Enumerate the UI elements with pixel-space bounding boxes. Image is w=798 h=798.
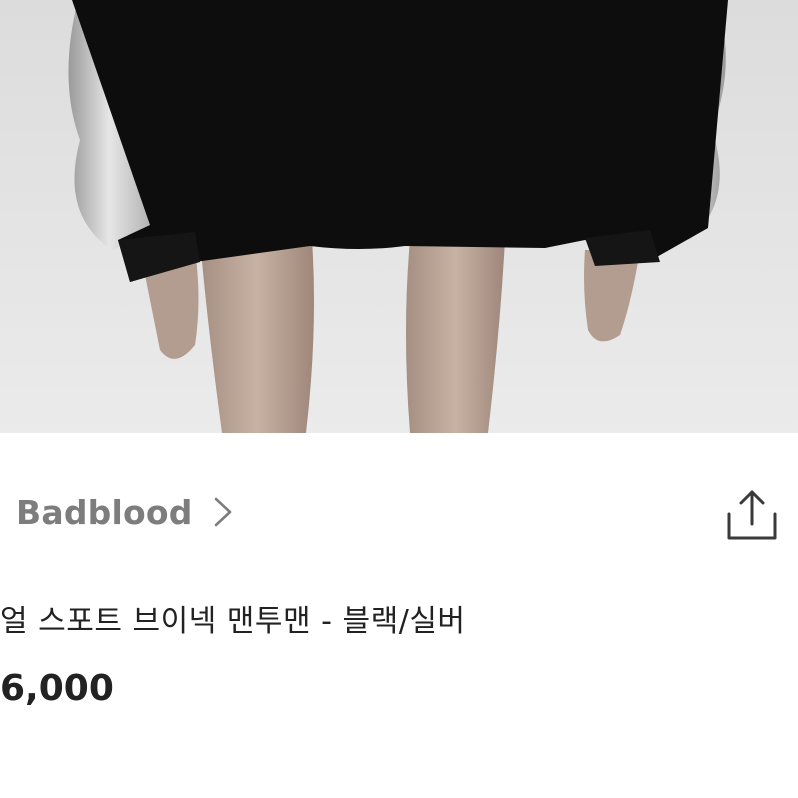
brand-link[interactable]: Badblood (16, 490, 235, 534)
product-price: 6,000 (0, 668, 114, 709)
share-icon[interactable] (722, 484, 782, 544)
product-photo (0, 0, 798, 433)
product-image[interactable] (0, 0, 798, 433)
brand-name: Badblood (16, 492, 193, 532)
product-title: 얼 스포트 브이넥 맨투맨 - 블랙/실버 (0, 604, 466, 639)
brand-row: Badblood (0, 480, 798, 548)
chevron-right-icon (213, 495, 235, 529)
